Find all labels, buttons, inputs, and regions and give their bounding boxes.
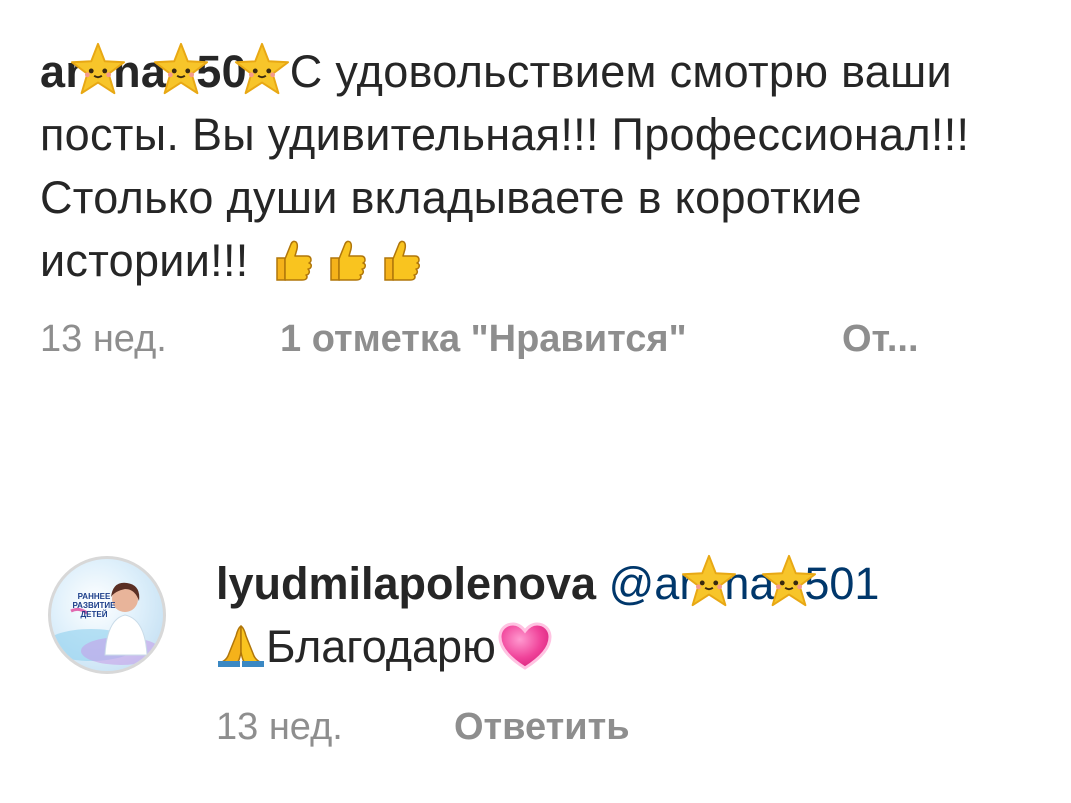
comment: ar na 50 С удовольствием смотрю ваши посты…	[40, 40, 1040, 361]
reply-button[interactable]: От...	[842, 318, 919, 361]
reply-age: 13 нед.	[216, 706, 343, 748]
avatar[interactable]: РАННЕЕ РАЗВИТИЕ ДЕТЕЙ	[48, 556, 166, 674]
thumbs-up-icon	[379, 238, 423, 284]
star-sticker-icon	[69, 41, 127, 97]
comment-username[interactable]: ar na 50	[40, 42, 289, 97]
mention-link[interactable]: @ar na 501	[609, 554, 879, 609]
comment-body-line1: С удовольствием	[289, 46, 657, 97]
reply-message: Благодарю	[266, 621, 496, 672]
reply-username[interactable]: lyudmilapolenova	[216, 558, 596, 609]
star-sticker-icon	[233, 41, 291, 97]
thumbs-up-icon	[325, 238, 369, 284]
reply-body: lyudmilapolenova @ar na 501 Благодарю 13 н…	[216, 552, 1048, 749]
likes-count-link[interactable]: 1 отметка "Нравится"	[280, 318, 842, 361]
comment-meta: 13 нед. 1 отметка "Нравится" От...	[40, 318, 1040, 361]
comment-text: ar na 50 С удовольствием смотрю ваши посты…	[40, 40, 1040, 292]
star-sticker-icon	[760, 553, 818, 609]
star-sticker-icon	[152, 41, 210, 97]
answer-button[interactable]: Ответить	[454, 706, 630, 749]
reply-comment: РАННЕЕ РАЗВИТИЕ ДЕТЕЙ lyudmilapolenova @…	[48, 552, 1048, 749]
thumbs-up-icon	[271, 238, 315, 284]
avatar-caption: РАННЕЕ РАЗВИТИЕ ДЕТЕЙ	[72, 592, 116, 619]
star-sticker-icon	[680, 553, 738, 609]
reply-text: lyudmilapolenova @ar na 501 Благодарю	[216, 552, 1048, 678]
comment-age: 13 нед.	[40, 318, 167, 360]
reply-meta: 13 нед. Ответить	[216, 706, 1048, 749]
folded-hands-icon	[216, 622, 266, 668]
sparkling-heart-icon	[496, 620, 554, 672]
